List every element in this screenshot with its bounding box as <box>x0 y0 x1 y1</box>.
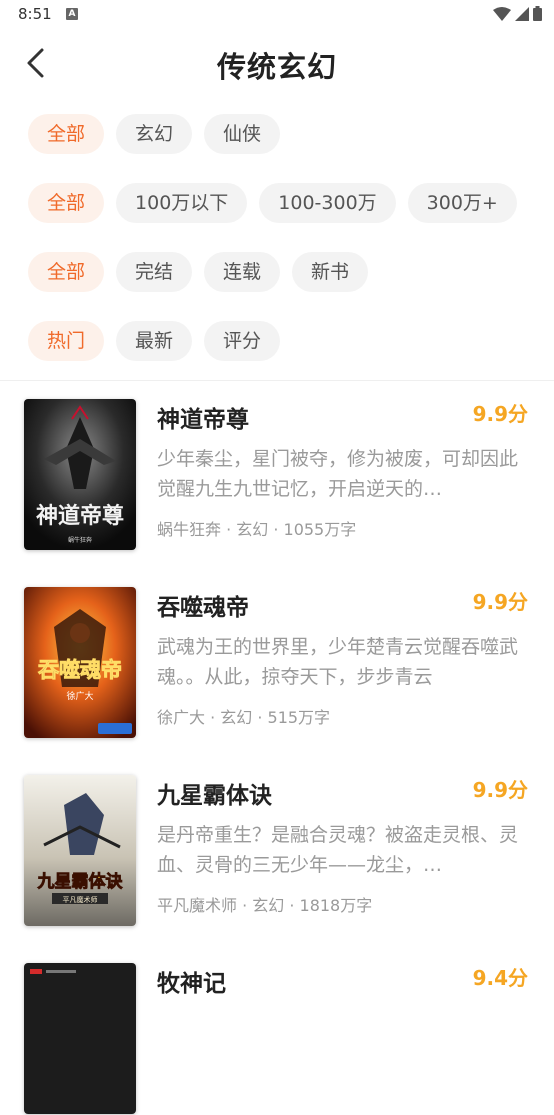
book-cover[interactable]: 神道帝尊 蜗牛狂奔 <box>24 399 136 550</box>
filter-row-category: 全部 玄幻 仙侠 <box>28 114 554 154</box>
book-score: 9.4分 <box>472 966 528 990</box>
chip-status-all[interactable]: 全部 <box>28 252 105 292</box>
book-meta: 平凡魔术师 · 玄幻 · 1818万字 <box>157 896 373 915</box>
book-score: 9.9分 <box>472 590 528 614</box>
book-list: 神道帝尊 蜗牛狂奔 神道帝尊 9.9分 少年秦尘，星门被夺，修为被废，可却因此觉… <box>0 381 554 1114</box>
book-cover[interactable] <box>24 963 136 1114</box>
svg-text:蜗牛狂奔: 蜗牛狂奔 <box>68 536 92 544</box>
svg-text:吞噬魂帝: 吞噬魂帝 <box>38 657 122 682</box>
book-item[interactable]: 神道帝尊 蜗牛狂奔 神道帝尊 9.9分 少年秦尘，星门被夺，修为被废，可却因此觉… <box>0 381 554 551</box>
wifi-icon <box>493 6 511 21</box>
cover-art-image: 神道帝尊 蜗牛狂奔 <box>24 399 136 550</box>
book-description: 武魂为王的世界里，少年楚青云觉醒吞噬武魂。。从此，掠夺天下，步步青云 <box>157 636 519 688</box>
system-icons <box>493 6 542 21</box>
book-title: 九星霸体诀 <box>157 783 272 809</box>
status-bar: 8:51 A <box>0 0 554 30</box>
chip-sort-rating[interactable]: 评分 <box>204 321 281 361</box>
chip-category-all[interactable]: 全部 <box>28 114 105 154</box>
chip-category-xuanhuan[interactable]: 玄幻 <box>116 114 193 154</box>
book-title: 神道帝尊 <box>157 407 249 433</box>
book-item[interactable]: 九星霸体诀 平凡魔术师 九星霸体诀 9.9分 是丹帝重生？是融合灵魂？被盗走灵根… <box>0 757 554 927</box>
filter-row-sort: 热门 最新 评分 <box>28 321 554 361</box>
filter-row-status: 全部 完结 连载 新书 <box>28 252 554 292</box>
filter-panel: 全部 玄幻 仙侠 全部 100万以下 100-300万 300万+ 全部 完结 … <box>0 114 554 361</box>
svg-text:神道帝尊: 神道帝尊 <box>36 503 124 529</box>
book-description: 是丹帝重生？是融合灵魂？被盗走灵根、灵血、灵骨的三无少年——龙尘，… <box>157 824 519 876</box>
book-title: 牧神记 <box>157 971 226 997</box>
cover-art-image: 九星霸体诀 平凡魔术师 <box>24 775 136 926</box>
chip-status-serializing[interactable]: 连载 <box>204 252 281 292</box>
battery-icon <box>533 6 542 21</box>
svg-text:徐广大: 徐广大 <box>66 690 93 702</box>
chip-status-new[interactable]: 新书 <box>292 252 369 292</box>
cover-art-image <box>24 963 136 1114</box>
book-score: 9.9分 <box>472 402 528 426</box>
filter-row-wordcount: 全部 100万以下 100-300万 300万+ <box>28 183 554 223</box>
book-cover[interactable]: 九星霸体诀 平凡魔术师 <box>24 775 136 926</box>
book-item[interactable]: 吞噬魂帝 徐广大 吞噬魂帝 9.9分 武魂为王的世界里，少年楚青云觉醒吞噬武魂。… <box>0 569 554 739</box>
book-cover[interactable]: 吞噬魂帝 徐广大 <box>24 587 136 738</box>
chip-words-all[interactable]: 全部 <box>28 183 105 223</box>
cover-art-image: 吞噬魂帝 徐广大 <box>24 587 136 738</box>
chip-category-xianxia[interactable]: 仙侠 <box>204 114 281 154</box>
chip-status-finished[interactable]: 完结 <box>116 252 193 292</box>
signal-icon <box>515 6 529 21</box>
book-score: 9.9分 <box>472 778 528 802</box>
chip-sort-hot[interactable]: 热门 <box>28 321 105 361</box>
chip-words-under-1m[interactable]: 100万以下 <box>116 183 248 223</box>
status-time: 8:51 <box>18 5 52 23</box>
svg-text:九星霸体诀: 九星霸体诀 <box>37 871 124 892</box>
book-description: 少年秦尘，星门被夺，修为被废，可却因此觉醒九生九世记忆，开启逆天的… <box>157 448 519 500</box>
chip-words-3m-plus[interactable]: 300万+ <box>407 183 517 223</box>
chip-words-1m-3m[interactable]: 100-300万 <box>259 183 396 223</box>
book-meta: 蜗牛狂奔 · 玄幻 · 1055万字 <box>157 520 357 539</box>
page-title: 传统玄幻 <box>216 50 337 84</box>
chip-sort-latest[interactable]: 最新 <box>116 321 193 361</box>
page-header: 传统玄幻 <box>0 30 554 98</box>
book-title: 吞噬魂帝 <box>157 595 249 621</box>
notification-a-icon: A <box>66 8 78 20</box>
book-item[interactable]: 牧神记 9.4分 <box>0 945 554 1115</box>
book-meta: 徐广大 · 玄幻 · 515万字 <box>157 708 331 727</box>
svg-text:平凡魔术师: 平凡魔术师 <box>63 895 98 904</box>
